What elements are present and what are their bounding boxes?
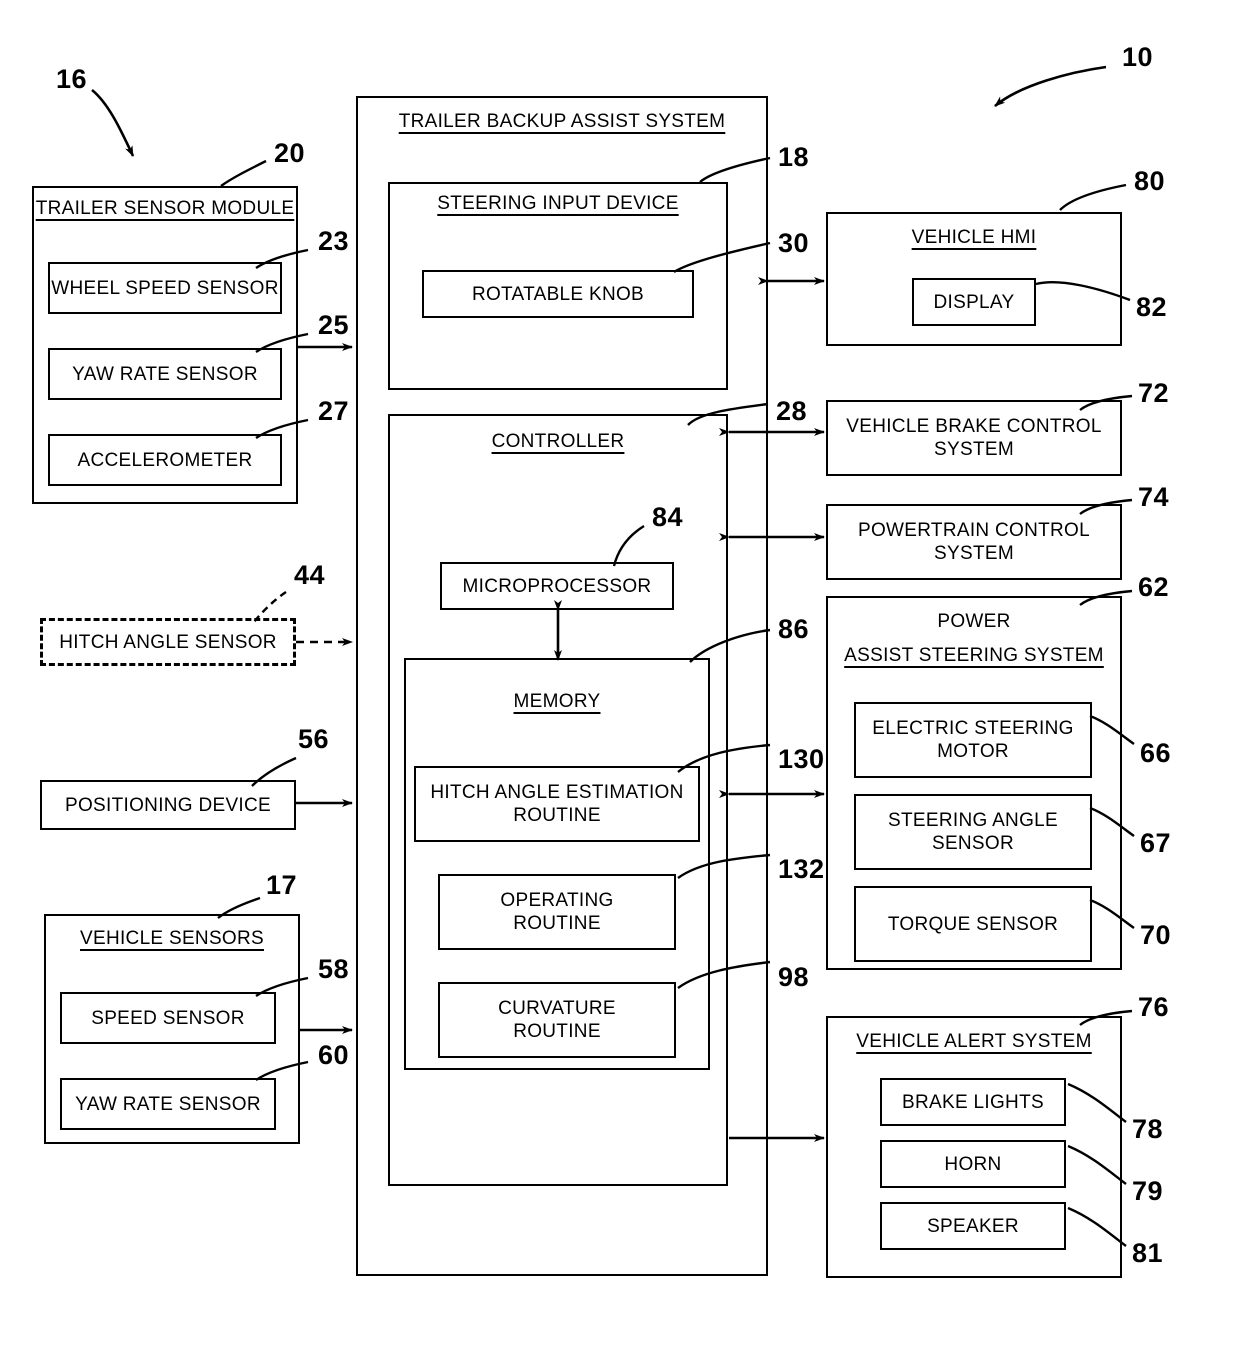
brake-lights-label: BRAKE LIGHTS: [902, 1091, 1044, 1113]
controller-title: CONTROLLER: [491, 431, 625, 452]
rotatable-knob-label: ROTATABLE KNOB: [471, 283, 645, 305]
routine-line2: ROUTINE: [513, 805, 601, 826]
ref-numeral-86: 86: [778, 614, 810, 644]
ref-numeral-20: 20: [274, 138, 306, 168]
ref-numeral-25: 25: [318, 310, 350, 340]
trailer-backup-assist-system-title: TRAILER BACKUP ASSIST SYSTEM: [398, 111, 726, 132]
hitch-angle-estimation-routine-label: HITCH ANGLE ESTIMATION ROUTINE: [414, 766, 700, 842]
motor-line1: ELECTRIC STEERING: [872, 718, 1074, 739]
power-assist-steering-line1: POWER: [937, 611, 1011, 632]
display-label: DISPLAY: [933, 291, 1015, 313]
ref-numeral-27: 27: [318, 396, 350, 426]
ref-numeral-17: 17: [266, 870, 298, 900]
ref-numeral-72: 72: [1138, 378, 1170, 408]
ref-numeral-82: 82: [1136, 292, 1168, 322]
sas-line2: SENSOR: [931, 833, 1015, 854]
wheel-speed-sensor-label: WHEEL SPEED SENSOR: [51, 277, 279, 299]
ref-numeral-98: 98: [778, 962, 810, 992]
vehicle-alert-system-title: VEHICLE ALERT SYSTEM: [856, 1031, 1092, 1052]
routine-line1: HITCH ANGLE ESTIMATION: [430, 782, 684, 803]
operating-routine-label: OPERATING ROUTINE: [438, 874, 676, 950]
vehicle-brake-control-system-label: VEHICLE BRAKE CONTROL SYSTEM: [826, 400, 1122, 476]
microprocessor-label: MICROPROCESSOR: [462, 575, 652, 597]
electric-steering-motor-label: ELECTRIC STEERING MOTOR: [854, 702, 1092, 778]
ref-numeral-79: 79: [1132, 1176, 1164, 1206]
steering-angle-sensor-label: STEERING ANGLE SENSOR: [854, 794, 1092, 870]
routine-line2: ROUTINE: [513, 913, 601, 934]
sas-line1: STEERING ANGLE: [888, 810, 1058, 831]
powertrain-line1: POWERTRAIN CONTROL: [857, 520, 1090, 541]
memory-title: MEMORY: [513, 691, 601, 712]
routine-line2: ROUTINE: [513, 1021, 601, 1042]
ref-numeral-56: 56: [298, 724, 330, 754]
speaker-label: SPEAKER: [927, 1215, 1019, 1237]
ref-numeral-81: 81: [1132, 1238, 1164, 1268]
routine-line1: CURVATURE: [498, 998, 616, 1019]
powertrain-line2: SYSTEM: [934, 543, 1014, 564]
ref-numeral-44: 44: [294, 560, 326, 590]
ref-numeral-67: 67: [1140, 828, 1172, 858]
ref-numeral-132: 132: [778, 854, 825, 884]
positioning-device-label: POSITIONING DEVICE: [65, 794, 271, 816]
steering-input-device-title: STEERING INPUT DEVICE: [437, 193, 679, 214]
horn-label: HORN: [944, 1153, 1002, 1175]
routine-line1: OPERATING: [500, 890, 614, 911]
ref-numeral-18: 18: [778, 142, 810, 172]
ref-numeral-62: 62: [1138, 572, 1170, 602]
hitch-angle-sensor-label: HITCH ANGLE SENSOR: [59, 631, 277, 653]
ref-numeral-80: 80: [1134, 166, 1166, 196]
patent-figure: 10 16 20 23 25 27 44 56 17 58 60 18 30 2…: [0, 0, 1240, 1367]
ref-numeral-74: 74: [1138, 482, 1170, 512]
ref-numeral-23: 23: [318, 226, 350, 256]
ref-numeral-76: 76: [1138, 992, 1170, 1022]
ref-numeral-10: 10: [1122, 42, 1154, 72]
brake-line2: SYSTEM: [934, 439, 1014, 460]
vehicle-hmi-title: VEHICLE HMI: [911, 227, 1037, 248]
ref-numeral-28: 28: [776, 396, 808, 426]
power-assist-steering-line2: ASSIST STEERING SYSTEM: [844, 645, 1104, 666]
motor-line2: MOTOR: [937, 741, 1009, 762]
trailer-sensor-module-title: TRAILER SENSOR MODULE: [35, 198, 295, 219]
torque-sensor-label: TORQUE SENSOR: [887, 913, 1059, 935]
ref-numeral-58: 58: [318, 954, 350, 984]
ref-numeral-130: 130: [778, 744, 825, 774]
vehicle-sensors-title: VEHICLE SENSORS: [80, 928, 264, 949]
trailer-yaw-rate-sensor-label: YAW RATE SENSOR: [72, 363, 258, 385]
ref-numeral-60: 60: [318, 1040, 350, 1070]
speed-sensor-label: SPEED SENSOR: [91, 1007, 245, 1029]
curvature-routine-label: CURVATURE ROUTINE: [438, 982, 676, 1058]
accelerometer-label: ACCELEROMETER: [77, 449, 253, 471]
ref-numeral-70: 70: [1140, 920, 1172, 950]
powertrain-control-system-label: POWERTRAIN CONTROL SYSTEM: [826, 504, 1122, 580]
ref-numeral-78: 78: [1132, 1114, 1164, 1144]
vehicle-yaw-rate-sensor-label: YAW RATE SENSOR: [75, 1093, 261, 1115]
ref-numeral-66: 66: [1140, 738, 1172, 768]
ref-numeral-30: 30: [778, 228, 810, 258]
ref-numeral-16: 16: [56, 64, 88, 94]
brake-line1: VEHICLE BRAKE CONTROL: [846, 416, 1102, 437]
